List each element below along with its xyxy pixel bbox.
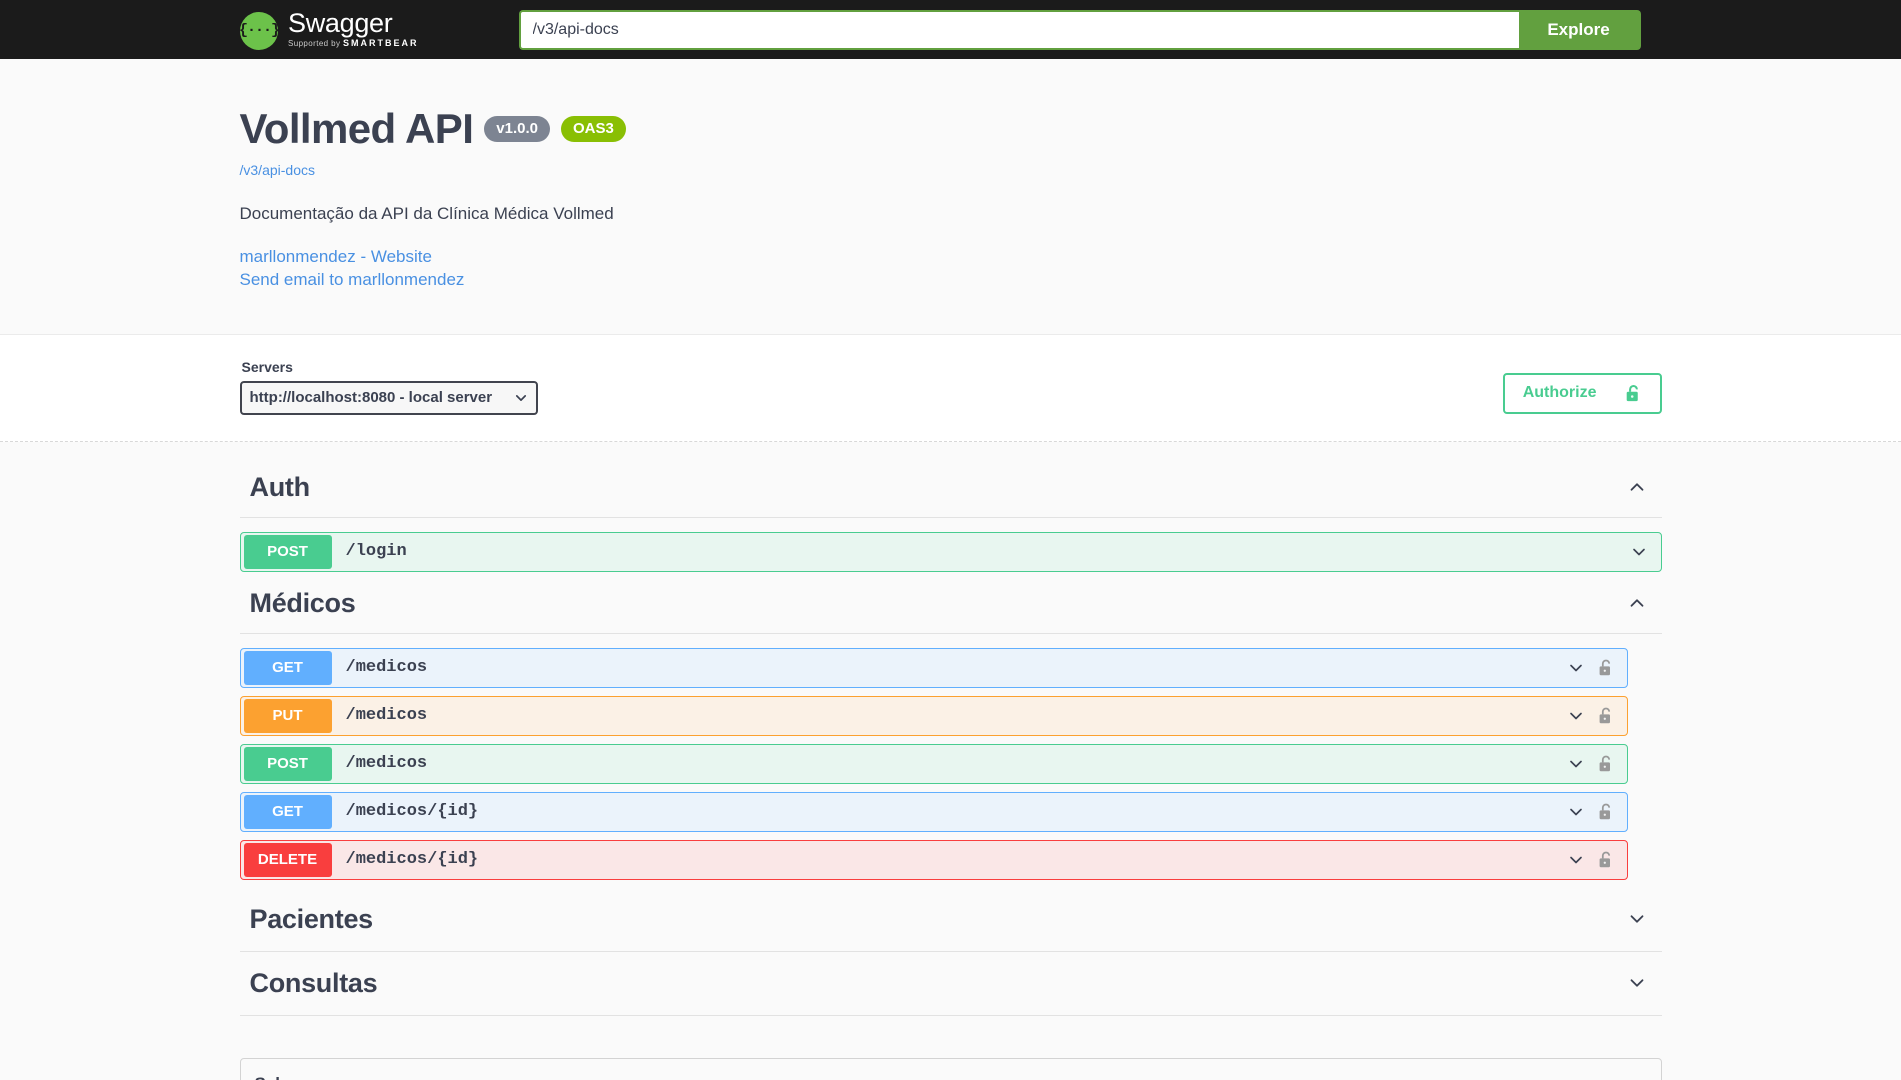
tag-name: Pacientes [249, 903, 374, 934]
operation-row[interactable]: DELETE/medicos/{id} [239, 839, 1628, 880]
http-method-badge: GET [243, 650, 332, 685]
api-docs-link[interactable]: /v3/api-docs [240, 162, 1662, 178]
unlock-icon[interactable] [1598, 658, 1614, 678]
logo-sub-brand: SMARTBEAR [343, 37, 419, 48]
operation-row[interactable]: POST/medicos [239, 743, 1628, 784]
operation-path: /medicos [345, 658, 428, 678]
unlock-icon[interactable] [1598, 802, 1614, 822]
chevron-down-icon [1569, 856, 1582, 864]
chevron-down-icon [1630, 915, 1643, 924]
operations-band: Auth POST/login Médicos GET/medicos PUT/medi… [0, 441, 1901, 1080]
swagger-logo-text: Swagger [288, 7, 393, 38]
api-title-row: Vollmed API v1.0.0 OAS3 [240, 105, 1662, 153]
unlock-icon[interactable] [1598, 706, 1614, 726]
tag-header-consultas[interactable]: Consultas [239, 952, 1662, 1016]
http-method-badge: POST [243, 746, 332, 781]
chevron-down-icon [1569, 760, 1582, 768]
operation-path: /medicos/{id} [345, 850, 479, 870]
tag-name: Consultas [249, 967, 378, 998]
http-method-badge: GET [243, 794, 332, 829]
http-method-badge: POST [243, 534, 332, 569]
tag-name: Auth [249, 471, 311, 502]
url-bar: Explore [518, 9, 1641, 50]
logo-sub-prefix: Supported by [288, 38, 344, 48]
schemas-section[interactable]: Schemas [239, 1057, 1662, 1080]
schemas-title: Schemas [255, 1074, 330, 1080]
http-method-badge: DELETE [243, 842, 332, 877]
swagger-logo[interactable]: {···} Swagger Supported by SMARTBEAR [239, 7, 419, 50]
api-url-input[interactable] [518, 9, 1519, 50]
explore-button[interactable]: Explore [1518, 9, 1641, 50]
oas-badge: OAS3 [561, 116, 626, 142]
operation-list: POST/login [239, 518, 1662, 572]
chevron-down-icon [1569, 664, 1582, 672]
tag-name: Médicos [249, 587, 356, 618]
operation-row[interactable]: PUT/medicos [239, 695, 1628, 736]
contact-email-link[interactable]: Send email to marllonmendez [240, 269, 1662, 292]
contact-links: marllonmendez - Website Send email to ma… [240, 246, 1662, 292]
http-method-badge: PUT [243, 698, 332, 733]
unlock-icon[interactable] [1598, 754, 1614, 774]
chevron-down-icon [1623, 1073, 1645, 1080]
swagger-logo-subtitle: Supported by SMARTBEAR [288, 37, 419, 48]
server-select[interactable]: http://localhost:8080 - local server [239, 380, 538, 415]
unlock-icon [1626, 384, 1638, 402]
version-badge: v1.0.0 [484, 116, 550, 142]
servers-group: Servers http://localhost:8080 - local se… [239, 358, 538, 415]
unlock-icon[interactable] [1598, 850, 1614, 870]
operation-path: /medicos [345, 706, 428, 726]
swagger-logo-icon: {···} [239, 11, 280, 50]
tag-header-médicos[interactable]: Médicos [239, 580, 1662, 634]
chevron-down-icon [1630, 979, 1643, 988]
operation-row[interactable]: POST/login [239, 531, 1662, 572]
server-select-value: http://localhost:8080 - local server [249, 389, 493, 407]
contact-website-link[interactable]: marllonmendez - Website [240, 246, 1662, 269]
topbar: {···} Swagger Supported by SMARTBEAR Exp… [0, 0, 1901, 59]
operation-path: /login [345, 542, 407, 562]
chevron-down-icon [515, 394, 526, 401]
page-title: Vollmed API [239, 105, 474, 152]
chevron-up-icon [1630, 483, 1643, 492]
tag-block: Auth POST/login [239, 464, 1662, 572]
tag-block: Pacientes [239, 888, 1662, 952]
chevron-down-icon [1632, 548, 1645, 556]
tag-block: Médicos GET/medicos PUT/medicos POST/medico… [239, 580, 1662, 880]
chevron-down-icon [1569, 712, 1582, 720]
chevron-down-icon [1569, 808, 1582, 816]
servers-label: Servers [241, 358, 293, 375]
servers-band: Servers http://localhost:8080 - local se… [0, 333, 1901, 442]
operation-list: GET/medicos PUT/medicos POST/medicos GET/me… [239, 634, 1662, 880]
operation-row[interactable]: GET/medicos [239, 647, 1628, 688]
authorize-button-label: Authorize [1522, 384, 1597, 402]
chevron-up-icon [1630, 599, 1643, 608]
api-description: Documentação da API da Clínica Médica Vo… [239, 204, 614, 223]
tag-list: Auth POST/login Médicos GET/medicos PUT/medi… [239, 464, 1662, 1016]
api-info-band: Vollmed API v1.0.0 OAS3 /v3/api-docs Doc… [0, 59, 1901, 334]
tag-block: Consultas [239, 952, 1662, 1016]
authorize-button[interactable]: Authorize [1502, 372, 1662, 414]
tag-header-pacientes[interactable]: Pacientes [239, 888, 1662, 952]
tag-header-auth[interactable]: Auth [239, 464, 1662, 518]
operation-row[interactable]: GET/medicos/{id} [239, 791, 1628, 832]
operation-path: /medicos [345, 754, 428, 774]
operation-path: /medicos/{id} [345, 802, 479, 822]
